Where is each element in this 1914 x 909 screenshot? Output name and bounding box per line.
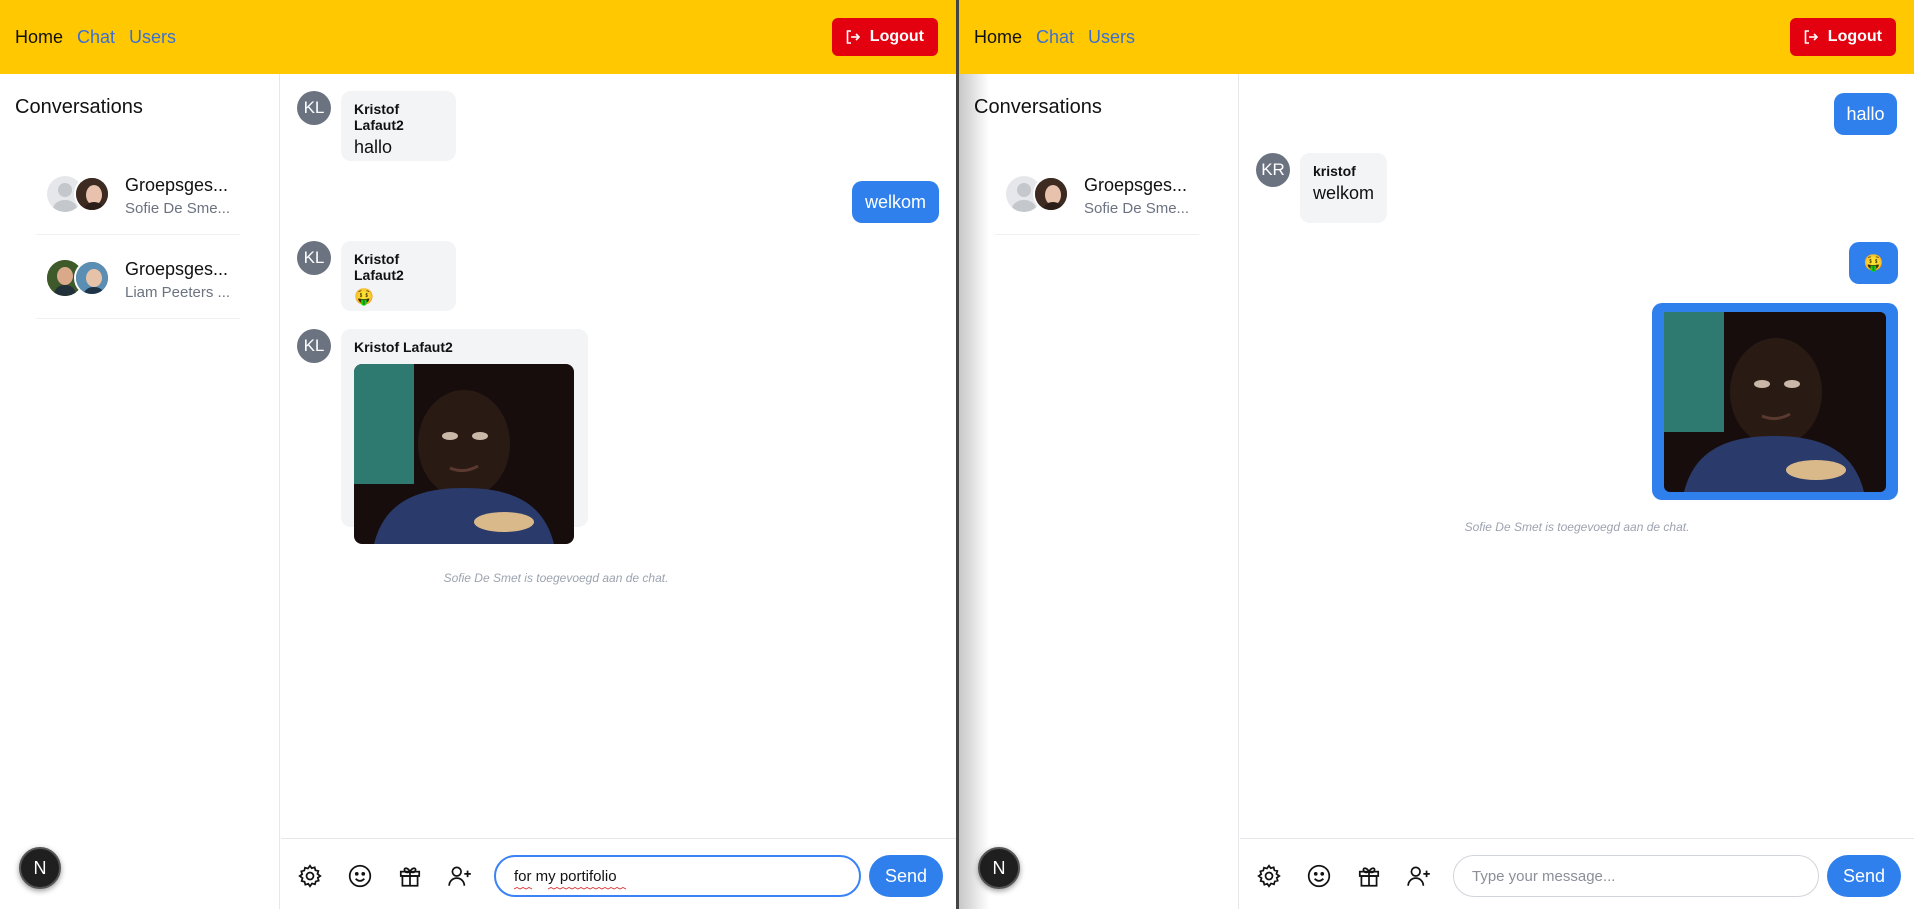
nav-users-link[interactable]: Users bbox=[1088, 27, 1135, 48]
add-user-icon[interactable] bbox=[1406, 863, 1432, 889]
right-window: Home Chat Users Logout Conversations Gro… bbox=[959, 0, 1914, 909]
conversation-subtitle: Sofie De Sme... bbox=[125, 200, 231, 217]
settings-icon[interactable] bbox=[1256, 863, 1282, 889]
conversation-item[interactable]: Groepsges... Sofie De Sme... bbox=[36, 155, 240, 235]
message-bubble-own: welkom bbox=[852, 181, 939, 223]
message-bubble-own: hallo bbox=[1834, 93, 1897, 135]
message-bubble: Kristof Lafaut2 🤑 bbox=[341, 241, 456, 311]
logout-label: Logout bbox=[1827, 28, 1882, 45]
nextjs-devtools-button[interactable]: N bbox=[19, 847, 61, 889]
logout-button[interactable]: Logout bbox=[1789, 18, 1896, 56]
sidebar-title: Conversations bbox=[15, 96, 143, 118]
avatar: KR bbox=[1256, 153, 1290, 187]
message-input[interactable] bbox=[494, 855, 861, 897]
avatar: KL bbox=[297, 241, 331, 275]
message-emoji: 🤑 bbox=[354, 289, 374, 306]
avatar: KL bbox=[297, 91, 331, 125]
emoji-icon[interactable] bbox=[347, 863, 373, 889]
message-input[interactable] bbox=[1453, 855, 1819, 897]
chat-messages: KL Kristof Lafaut2 hallo welkom KL Krist… bbox=[281, 74, 956, 838]
message-composer: Send bbox=[1240, 838, 1914, 909]
message-bubble-own: 🤑 bbox=[1849, 242, 1898, 284]
avatar: KL bbox=[297, 329, 331, 363]
avatar bbox=[1033, 176, 1069, 212]
conversation-subtitle: Liam Peeters ... bbox=[125, 284, 231, 301]
avatar bbox=[74, 260, 110, 296]
send-button[interactable]: Send bbox=[1827, 855, 1901, 897]
message-image-own[interactable] bbox=[1652, 303, 1898, 500]
message-author: Kristof Lafaut2 bbox=[354, 251, 404, 283]
conversations-sidebar: Conversations Groepsges... Sofie De Sme.… bbox=[0, 74, 280, 909]
logout-button[interactable]: Logout bbox=[831, 18, 938, 56]
message-composer: Send bbox=[281, 838, 956, 909]
message-text: welkom bbox=[1313, 183, 1375, 203]
conversation-subtitle: Sofie De Sme... bbox=[1084, 200, 1190, 217]
sidebar-title: Conversations bbox=[974, 96, 1102, 118]
conversation-item[interactable]: Groepsges... Sofie De Sme... bbox=[995, 155, 1199, 235]
gift-icon[interactable] bbox=[1356, 863, 1382, 889]
nextjs-devtools-button[interactable]: N bbox=[978, 847, 1020, 889]
gift-icon[interactable] bbox=[397, 863, 423, 889]
logout-icon bbox=[846, 30, 860, 44]
left-window: Home Chat Users Logout Conversations Gro… bbox=[0, 0, 956, 909]
message-author: kristof bbox=[1313, 163, 1356, 179]
message-author: Kristof Lafaut2 bbox=[354, 339, 453, 355]
nav-users-link[interactable]: Users bbox=[129, 27, 176, 48]
message-bubble: Kristof Lafaut2 hallo bbox=[341, 91, 456, 161]
settings-icon[interactable] bbox=[297, 863, 323, 889]
message-author: Kristof Lafaut2 bbox=[354, 101, 404, 133]
system-message: Sofie De Smet is toegevoegd aan de chat. bbox=[1464, 520, 1690, 534]
system-message: Sofie De Smet is toegevoegd aan de chat. bbox=[443, 571, 669, 585]
nav-chat-link[interactable]: Chat bbox=[77, 27, 115, 48]
nav-chat-link[interactable]: Chat bbox=[1036, 27, 1074, 48]
logout-label: Logout bbox=[869, 28, 924, 45]
emoji-icon[interactable] bbox=[1306, 863, 1332, 889]
message-image[interactable] bbox=[354, 364, 574, 544]
navbar: Home Chat Users Logout bbox=[959, 0, 1914, 74]
nav-home-link[interactable]: Home bbox=[974, 27, 1022, 48]
spellcheck-underline bbox=[514, 887, 627, 890]
conversation-item[interactable]: Groepsges... Liam Peeters ... bbox=[36, 239, 240, 319]
conversation-title: Groepsges... bbox=[125, 175, 229, 195]
message-text: hallo bbox=[354, 137, 393, 157]
nav-home-link[interactable]: Home bbox=[15, 27, 63, 48]
avatar bbox=[74, 176, 110, 212]
conversations-sidebar: Conversations Groepsges... Sofie De Sme.… bbox=[959, 74, 1239, 909]
message-bubble: kristof welkom bbox=[1300, 153, 1387, 223]
conversation-title: Groepsges... bbox=[125, 259, 229, 279]
screen: Home Chat Users Logout Conversations Gro… bbox=[0, 0, 1914, 909]
logout-icon bbox=[1804, 30, 1818, 44]
chat-messages: hallo KR kristof welkom 🤑 Sofie De Smet … bbox=[1240, 74, 1914, 838]
conversation-title: Groepsges... bbox=[1084, 175, 1188, 195]
navbar: Home Chat Users Logout bbox=[0, 0, 956, 74]
add-user-icon[interactable] bbox=[447, 863, 473, 889]
send-button[interactable]: Send bbox=[869, 855, 943, 897]
